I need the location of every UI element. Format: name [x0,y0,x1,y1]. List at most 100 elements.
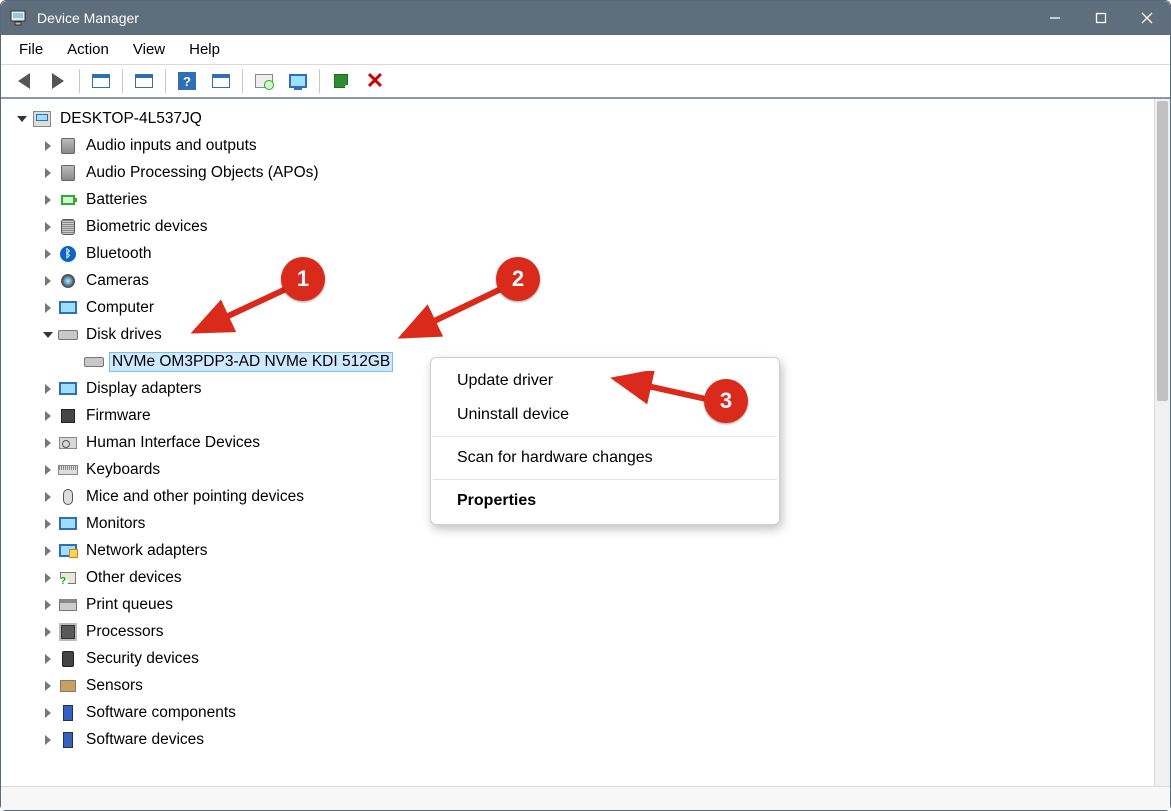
statusbar [1,786,1170,810]
scrollbar-thumb[interactable] [1157,101,1168,401]
chevron-right-icon[interactable] [39,438,57,448]
tree-item-label: Bluetooth [83,244,155,264]
chevron-right-icon[interactable] [39,654,57,664]
tree-item-label: NVMe OM3PDP3-AD NVMe KDI 512GB [109,352,393,372]
batt-icon [57,195,79,205]
menu-help[interactable]: Help [177,37,232,62]
context-properties[interactable]: Properties [431,484,779,518]
pc-icon [31,111,53,127]
tree-category[interactable]: Print queues [9,591,1154,618]
nav-forward-button[interactable] [41,67,75,95]
context-scan-hardware[interactable]: Scan for hardware changes [431,441,779,475]
mon-icon [57,301,79,314]
context-separator [433,479,777,480]
tree-category[interactable]: Computer [9,294,1154,321]
speaker-icon [57,138,79,154]
chevron-right-icon[interactable] [39,276,57,286]
tree-item-label: Keyboards [83,460,163,480]
toolbar-separator [242,69,243,93]
scan-icon [255,74,273,88]
toolbar-separator [319,69,320,93]
tree-item-label: Disk drives [83,325,165,345]
chevron-right-icon[interactable] [39,492,57,502]
tree-root[interactable]: DESKTOP-4L537JQ [9,105,1154,132]
menu-view[interactable]: View [121,37,177,62]
window-title: Device Manager [37,10,139,26]
annotation-badge-1: 1 [281,257,325,301]
tree-item-label: Software devices [83,730,207,750]
tree-category[interactable]: Processors [9,618,1154,645]
tree-item-label: Print queues [83,595,176,615]
tree-category[interactable]: Software components [9,699,1154,726]
pane-icon [92,74,110,88]
toolbar-separator [122,69,123,93]
sw-icon [57,705,79,721]
tree-category[interactable]: ᛒBluetooth [9,240,1154,267]
chevron-down-icon[interactable] [13,116,31,122]
properties-button[interactable] [127,67,161,95]
annotation-arrow-1 [186,281,296,341]
help-icon: ? [178,72,196,90]
sec-icon [57,651,79,667]
tree-item-label: Software components [83,703,239,723]
chevron-down-icon[interactable] [39,332,57,338]
tree-item-label: Audio inputs and outputs [83,136,260,156]
update-driver-button[interactable] [281,67,315,95]
nav-back-button[interactable] [7,67,41,95]
tree-category[interactable]: Sensors [9,672,1154,699]
pane-icon [212,74,230,88]
chevron-right-icon[interactable] [39,141,57,151]
chevron-right-icon[interactable] [39,519,57,529]
tree-category[interactable]: Audio Processing Objects (APOs) [9,159,1154,186]
enable-device-button[interactable] [324,67,358,95]
tree-category[interactable]: Other devices [9,564,1154,591]
tree-category[interactable]: Software devices [9,726,1154,753]
show-hide-tree-button[interactable] [84,67,118,95]
device-manager-window: Device Manager File Action View Help ? ✕… [0,0,1171,811]
menu-action[interactable]: Action [55,37,121,62]
tree-category[interactable]: Network adapters [9,537,1154,564]
chevron-right-icon[interactable] [39,249,57,259]
finger-icon [57,219,79,235]
hid-icon [57,437,79,449]
chevron-right-icon[interactable] [39,465,57,475]
maximize-button[interactable] [1078,1,1124,35]
vertical-scrollbar[interactable] [1154,99,1170,786]
delete-x-icon: ✕ [366,68,384,94]
help-button[interactable]: ? [170,67,204,95]
annotation-arrow-2 [391,281,511,351]
minimize-button[interactable] [1032,1,1078,35]
scan-hardware-button[interactable] [247,67,281,95]
mon-icon [57,382,79,395]
menu-file[interactable]: File [7,37,55,62]
bt-icon: ᛒ [57,246,79,262]
tree-category[interactable]: Biometric devices [9,213,1154,240]
chevron-right-icon[interactable] [39,600,57,610]
chevron-right-icon[interactable] [39,735,57,745]
toolbar-separator [79,69,80,93]
chevron-right-icon[interactable] [39,195,57,205]
tree-category[interactable]: Audio inputs and outputs [9,132,1154,159]
chevron-right-icon[interactable] [39,303,57,313]
chevron-right-icon[interactable] [39,573,57,583]
chevron-right-icon[interactable] [39,546,57,556]
chevron-right-icon[interactable] [39,627,57,637]
uninstall-device-button[interactable]: ✕ [358,67,392,95]
tree-item-label: Processors [83,622,167,642]
close-button[interactable] [1124,1,1170,35]
properties-icon [135,74,153,88]
chevron-right-icon[interactable] [39,384,57,394]
chevron-right-icon[interactable] [39,411,57,421]
other-icon [57,572,79,584]
chevron-right-icon[interactable] [39,168,57,178]
chevron-right-icon[interactable] [39,708,57,718]
chevron-right-icon[interactable] [39,222,57,232]
tree-category[interactable]: Cameras [9,267,1154,294]
tree-item-label: Biometric devices [83,217,210,237]
mon-icon [57,517,79,530]
tree-category[interactable]: Disk drives [9,321,1154,348]
tree-category[interactable]: Security devices [9,645,1154,672]
chevron-right-icon[interactable] [39,681,57,691]
action-pane-button[interactable] [204,67,238,95]
tree-category[interactable]: Batteries [9,186,1154,213]
